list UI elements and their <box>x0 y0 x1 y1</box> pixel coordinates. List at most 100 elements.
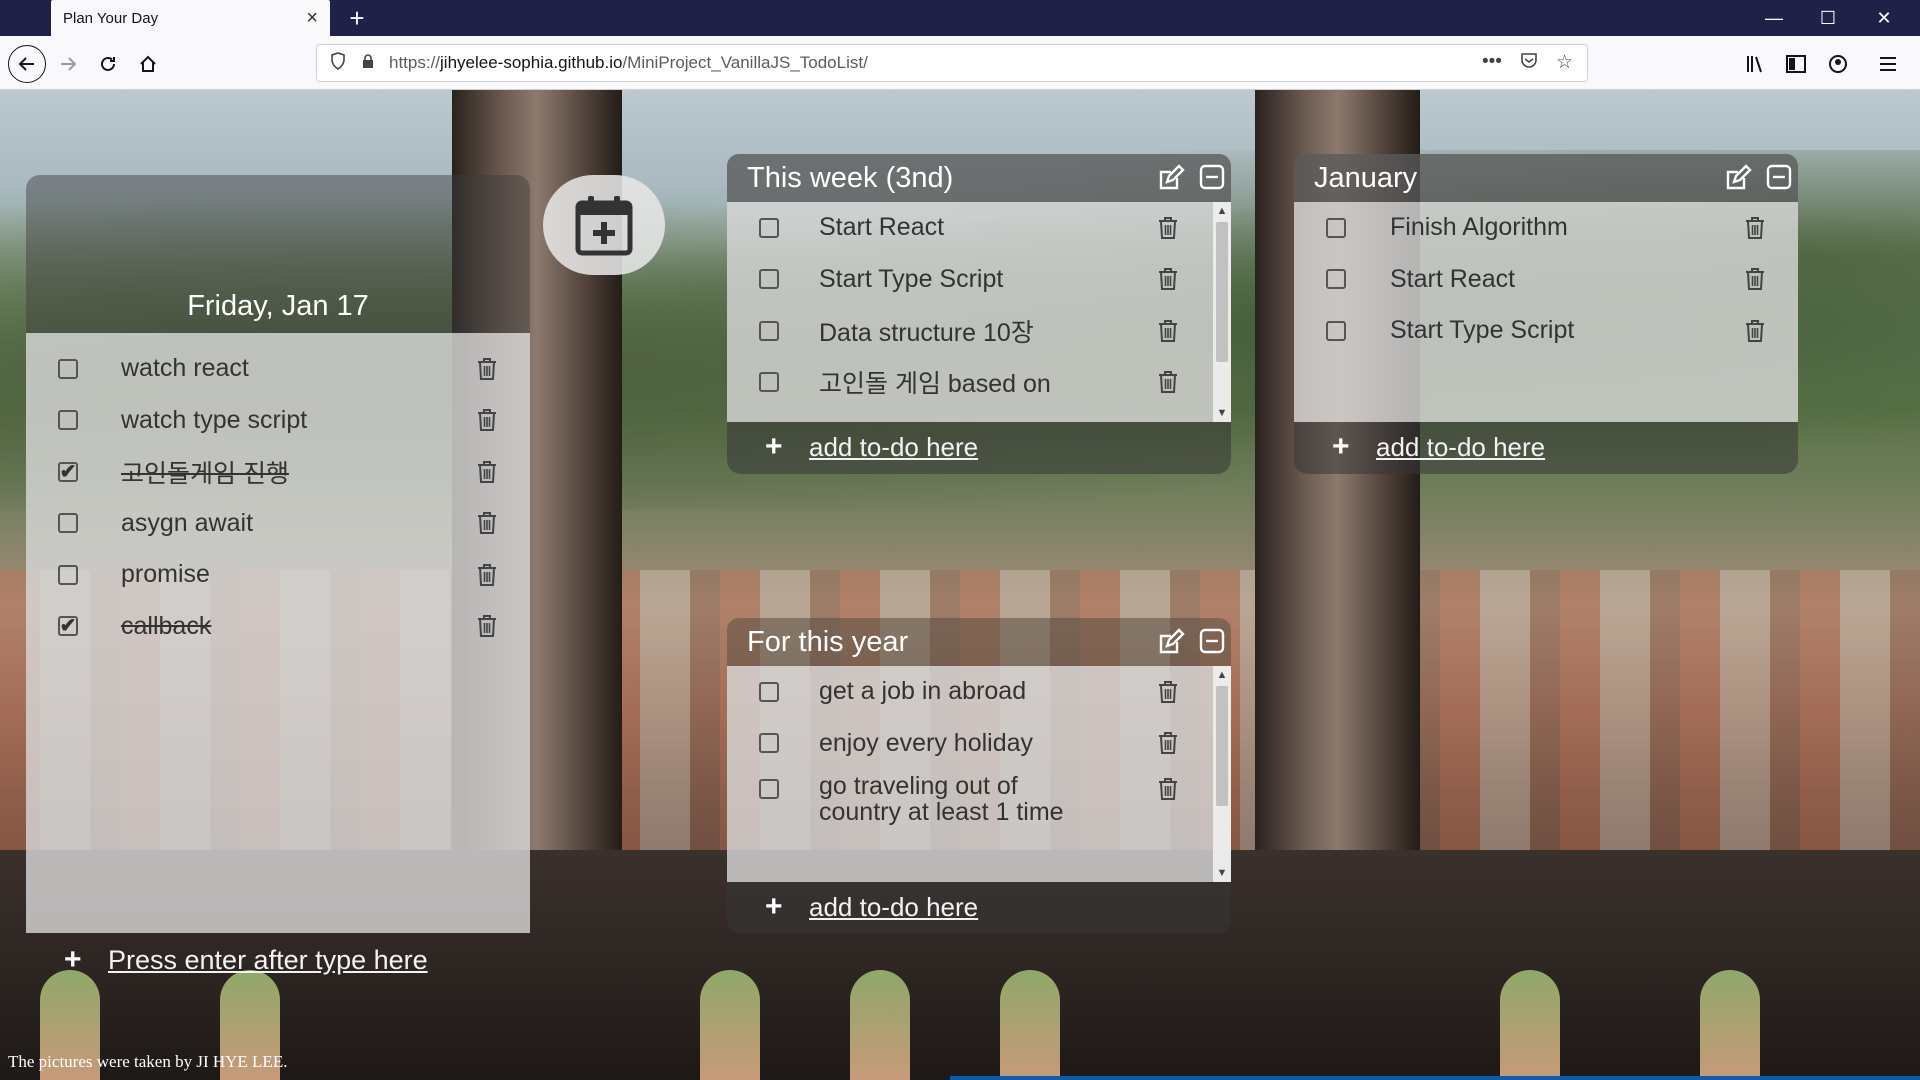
minimize-icon[interactable] <box>1199 628 1227 656</box>
todo-item: Data structure 10장 <box>727 305 1231 357</box>
todo-text: Data structure 10장 <box>819 318 1034 347</box>
trash-icon[interactable] <box>1157 267 1179 291</box>
browser-tab[interactable]: Plan Your Day × <box>51 0 330 36</box>
todo-checkbox[interactable] <box>759 320 779 341</box>
scrollbar-thumb[interactable] <box>1216 686 1228 806</box>
add-todo-input[interactable]: add to-do here <box>809 892 978 923</box>
trash-icon[interactable] <box>1157 777 1179 801</box>
trash-icon[interactable] <box>1157 370 1179 394</box>
todo-checkbox[interactable] <box>759 733 779 754</box>
back-arrow-icon <box>18 57 34 71</box>
trash-icon[interactable] <box>476 563 498 587</box>
day-add-row: + Press enter after type here <box>26 930 530 990</box>
trash-icon[interactable] <box>1157 680 1179 704</box>
tracking-protection-icon[interactable] <box>329 51 347 75</box>
edit-icon[interactable] <box>1157 628 1185 656</box>
scrollbar-thumb[interactable] <box>1216 222 1228 362</box>
edit-icon[interactable] <box>1724 164 1752 192</box>
list-title: For this year <box>747 625 909 658</box>
minimize-icon[interactable] <box>1766 164 1794 192</box>
add-todo-input[interactable]: add to-do here <box>1376 432 1545 463</box>
todo-checkbox-checked[interactable]: ✔ <box>58 461 78 482</box>
todo-text: Start React <box>819 213 945 242</box>
reload-icon <box>101 56 115 71</box>
todo-text: Finish Algorithm <box>1390 213 1568 242</box>
trash-icon[interactable] <box>476 614 498 638</box>
todo-item: Start React <box>727 202 1231 254</box>
todo-checkbox[interactable] <box>759 681 779 702</box>
trash-icon[interactable] <box>1744 267 1766 291</box>
todo-checkbox[interactable] <box>1326 320 1346 341</box>
maximize-window-button[interactable]: ☐ <box>1800 0 1856 36</box>
todo-item: asygn await <box>26 498 530 550</box>
todo-item: watch react <box>26 343 530 395</box>
todo-checkbox[interactable] <box>1326 217 1346 238</box>
edit-icon[interactable] <box>1157 164 1185 192</box>
scroll-up-icon[interactable]: ▲ <box>1213 666 1231 684</box>
add-list-button[interactable] <box>543 175 665 275</box>
reload-button[interactable] <box>90 46 126 82</box>
todo-checkbox[interactable] <box>58 358 78 379</box>
scroll-down-icon[interactable]: ▼ <box>1213 404 1231 422</box>
minimize-window-button[interactable]: — <box>1746 0 1802 36</box>
todo-text: 고인돌 게임 based on <box>819 370 1051 399</box>
back-button[interactable] <box>8 45 46 83</box>
add-todo-input[interactable]: add to-do here <box>809 432 978 463</box>
plus-icon[interactable]: + <box>765 892 783 922</box>
todo-checkbox[interactable] <box>58 410 78 431</box>
todo-checkbox-checked[interactable]: ✔ <box>58 616 78 637</box>
todo-checkbox[interactable] <box>759 779 779 799</box>
trash-icon[interactable] <box>476 408 498 432</box>
trash-icon[interactable] <box>1157 731 1179 755</box>
account-icon[interactable] <box>1824 50 1852 78</box>
trash-icon[interactable] <box>1157 216 1179 240</box>
todo-checkbox[interactable] <box>1326 269 1346 290</box>
background-arch <box>850 970 910 1080</box>
todo-text: promise <box>121 560 210 589</box>
bookmark-star-icon[interactable]: ☆ <box>1556 51 1573 75</box>
todo-checkbox[interactable] <box>759 372 779 393</box>
forward-button[interactable] <box>50 46 86 82</box>
todo-checkbox[interactable] <box>759 217 779 238</box>
photo-credit: The pictures were taken by JI HYE LEE. <box>8 1052 288 1071</box>
plus-icon[interactable]: + <box>1332 432 1350 462</box>
list-add-row: + add to-do here <box>1294 422 1798 474</box>
todo-checkbox[interactable] <box>58 564 78 585</box>
home-button[interactable] <box>130 46 166 82</box>
todo-checkbox[interactable] <box>759 269 779 290</box>
lock-icon[interactable] <box>361 53 375 73</box>
day-card: Friday, Jan 17 watch react watch type sc… <box>26 175 530 933</box>
tab-close-icon[interactable]: × <box>306 7 318 30</box>
more-actions-icon[interactable]: ••• <box>1482 51 1502 75</box>
trash-icon[interactable] <box>1744 319 1766 343</box>
plus-icon[interactable]: + <box>765 432 783 462</box>
new-tab-button[interactable]: + <box>341 2 373 34</box>
trash-icon[interactable] <box>1744 216 1766 240</box>
trash-icon[interactable] <box>1157 319 1179 343</box>
trash-icon[interactable] <box>476 511 498 535</box>
day-title: Friday, Jan 17 <box>187 290 369 322</box>
close-window-button[interactable]: ✕ <box>1856 0 1912 36</box>
minimize-icon[interactable] <box>1199 164 1227 192</box>
list-scrollbar[interactable]: ▲ ▼ <box>1213 202 1231 422</box>
list-scrollbar[interactable]: ▲ ▼ <box>1213 666 1231 882</box>
add-todo-input[interactable]: Press enter after type here <box>108 945 428 976</box>
list-header: January <box>1294 154 1798 202</box>
trash-icon[interactable] <box>476 357 498 381</box>
list-title: January <box>1314 161 1418 194</box>
list-card-this-week: This week (3nd) Start React Start Type S… <box>727 154 1231 474</box>
todo-text: callback <box>121 611 212 640</box>
list-add-row: + add to-do here <box>727 882 1231 934</box>
todo-text-multiline: go traveling out of country at least 1 t… <box>819 773 1064 825</box>
pocket-icon[interactable] <box>1520 51 1538 75</box>
scroll-up-icon[interactable]: ▲ <box>1213 202 1231 220</box>
url-bar[interactable]: https://jihyelee-sophia.github.io/MiniPr… <box>316 44 1588 82</box>
menu-icon[interactable] <box>1874 50 1902 78</box>
plus-icon[interactable]: + <box>64 945 82 975</box>
todo-checkbox[interactable] <box>58 513 78 534</box>
scroll-down-icon[interactable]: ▼ <box>1213 864 1231 882</box>
page-bottom-line <box>950 1076 1920 1080</box>
trash-icon[interactable] <box>476 460 498 484</box>
sidebar-icon[interactable] <box>1782 50 1810 78</box>
library-icon[interactable] <box>1742 50 1770 78</box>
